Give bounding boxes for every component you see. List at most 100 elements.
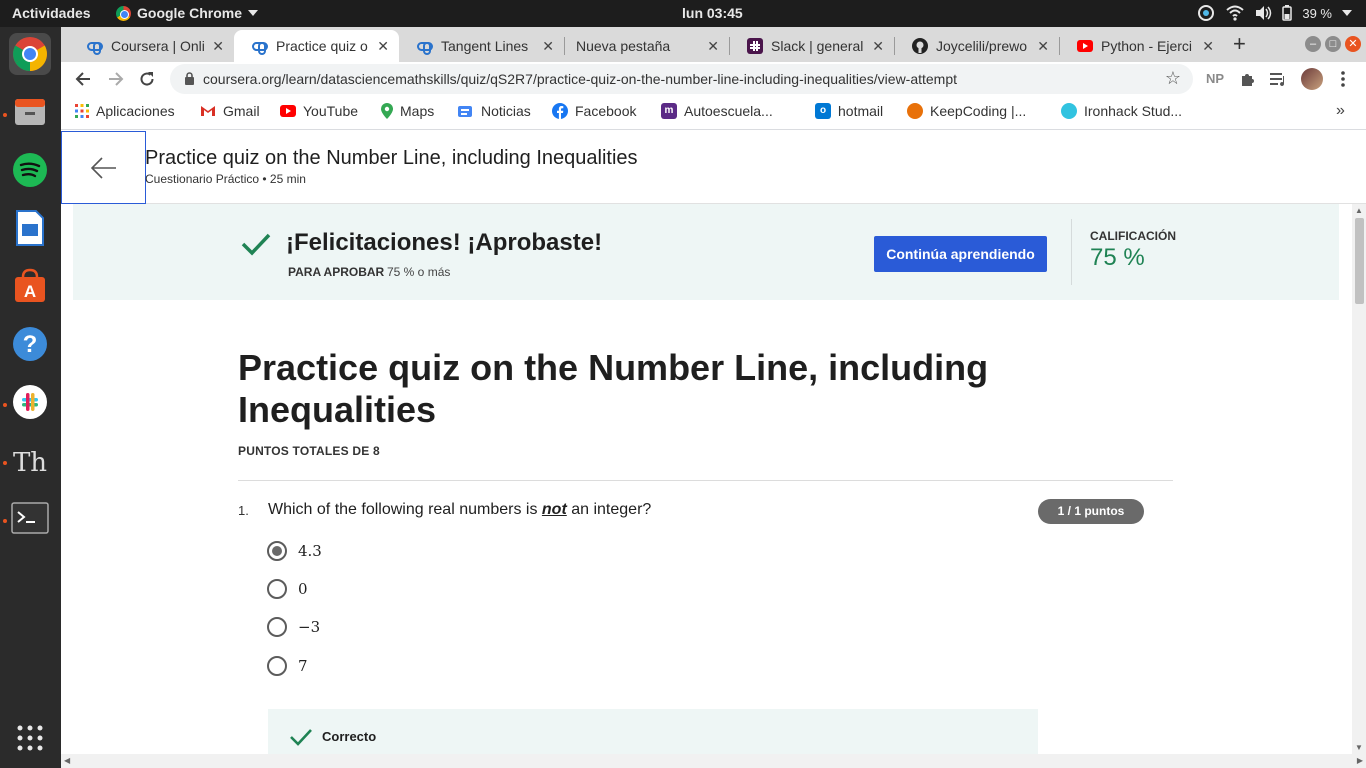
tab-title: Coursera | Onli — [111, 38, 205, 54]
close-icon[interactable]: ✕ — [707, 38, 719, 55]
app-menu[interactable]: Google Chrome — [116, 5, 259, 21]
vertical-scrollbar[interactable]: ▲ ▼ — [1352, 204, 1366, 754]
menu-kebab-icon[interactable] — [1340, 71, 1346, 87]
scrollbar-thumb[interactable] — [1355, 218, 1364, 304]
back-arrow-icon[interactable] — [71, 67, 95, 91]
coursera-icon — [87, 41, 103, 55]
scroll-up-icon[interactable]: ▲ — [1355, 206, 1363, 215]
address-bar[interactable]: coursera.org/learn/datasciencemathskills… — [170, 64, 1193, 94]
profile-avatar[interactable] — [1301, 68, 1323, 90]
dock-help[interactable]: ? — [9, 323, 51, 365]
activities-button[interactable]: Actividades — [12, 5, 91, 21]
scroll-right-icon[interactable]: ▶ — [1357, 756, 1363, 765]
spotify-icon — [13, 153, 47, 187]
terminal-icon — [11, 502, 49, 534]
bookmark-maps[interactable]: Maps — [381, 103, 434, 119]
tab-title: Python - Ejerci — [1101, 38, 1193, 54]
bookmark-facebook[interactable]: Facebook — [552, 103, 636, 119]
dock-show-apps[interactable] — [9, 717, 51, 759]
clock[interactable]: lun 03:45 — [682, 5, 743, 21]
score-badge: 1 / 1 puntos — [1038, 499, 1144, 524]
tab-coursera[interactable]: Coursera | Onli ✕ — [69, 30, 234, 62]
radio-button[interactable] — [267, 656, 287, 676]
continue-learning-button[interactable]: Continúa aprendiendo — [874, 236, 1047, 272]
chrome-icon — [116, 5, 131, 21]
autoescuela-icon: m — [661, 103, 677, 119]
bookmark-gmail[interactable]: Gmail — [200, 103, 260, 119]
close-icon[interactable]: ✕ — [542, 38, 554, 55]
bookmarks-overflow-icon[interactable]: » — [1336, 102, 1345, 120]
dock-files[interactable] — [9, 91, 51, 133]
browser-toolbar: coursera.org/learn/datasciencemathskills… — [61, 62, 1366, 96]
bookmark-youtube[interactable]: YouTube — [280, 103, 358, 119]
media-queue-icon[interactable] — [1270, 72, 1288, 87]
bookmark-ironhack[interactable]: Ironhack Stud... — [1061, 103, 1182, 119]
dock-terminal[interactable] — [9, 497, 51, 539]
bookmark-noticias[interactable]: Noticias — [458, 103, 531, 119]
horizontal-scrollbar[interactable]: ◀ ▶ — [61, 754, 1366, 768]
bookmark-keepcoding[interactable]: KeepCoding |... — [907, 103, 1026, 119]
chevron-down-icon — [1342, 10, 1352, 16]
tab-tangent-lines[interactable]: Tangent Lines ✕ — [399, 30, 564, 62]
dock-typora[interactable]: Th — [9, 439, 51, 481]
youtube-icon — [1077, 40, 1093, 52]
apps-grid-icon — [75, 104, 89, 118]
pass-threshold-label: PARA APROBAR — [288, 265, 385, 279]
coursera-icon — [417, 41, 433, 55]
reload-icon[interactable] — [135, 67, 159, 91]
bookmark-label: KeepCoding |... — [930, 103, 1027, 119]
tab-youtube[interactable]: Python - Ejerci ✕ — [1059, 30, 1224, 62]
dock-writer[interactable] — [9, 207, 51, 249]
svg-text:?: ? — [23, 331, 38, 358]
document-icon — [16, 210, 44, 246]
extensions-puzzle-icon[interactable] — [1239, 71, 1256, 88]
radio-button[interactable] — [267, 617, 287, 637]
system-tray[interactable]: 39 % — [1196, 4, 1352, 22]
tab-title: Nueva pestaña — [576, 38, 671, 54]
bookmark-label: hotmail — [838, 103, 884, 119]
option-label: 0 — [298, 580, 308, 598]
files-icon — [15, 99, 45, 125]
forward-arrow-icon[interactable] — [104, 67, 128, 91]
answer-option[interactable]: 4.3 — [267, 541, 322, 561]
answer-option[interactable]: 7 — [267, 656, 308, 676]
divider — [238, 480, 1173, 481]
dock-chrome[interactable] — [9, 33, 51, 75]
bookmark-label: Aplicaciones — [96, 103, 175, 119]
close-icon[interactable]: ✕ — [1202, 38, 1214, 55]
bookmark-star-icon[interactable]: ☆ — [1165, 68, 1181, 89]
scroll-down-icon[interactable]: ▼ — [1355, 743, 1363, 752]
radio-button-selected[interactable] — [267, 541, 287, 561]
tab-practice-quiz[interactable]: Practice quiz o ✕ — [234, 30, 399, 62]
radio-button[interactable] — [267, 579, 287, 599]
tab-new-tab[interactable]: Nueva pestaña ✕ — [564, 30, 729, 62]
close-window-icon[interactable]: ✕ — [1345, 36, 1361, 52]
bookmark-hotmail[interactable]: o hotmail — [815, 103, 883, 119]
close-icon[interactable]: ✕ — [1037, 38, 1049, 55]
tab-slack[interactable]: Slack | general ✕ — [729, 30, 894, 62]
dock-slack[interactable] — [9, 381, 51, 423]
close-icon[interactable]: ✕ — [212, 38, 224, 55]
extension-np[interactable]: NP — [1206, 71, 1224, 86]
dock-software[interactable]: A — [9, 265, 51, 307]
tab-title: Practice quiz o — [276, 38, 368, 54]
wifi-icon — [1226, 5, 1245, 21]
new-tab-button[interactable]: + — [1233, 31, 1246, 57]
outlook-icon: o — [815, 103, 831, 119]
running-indicator — [3, 461, 7, 465]
answer-option[interactable]: −3 — [267, 617, 320, 637]
tab-github[interactable]: Joycelili/prewo ✕ — [894, 30, 1059, 62]
bookmark-apps[interactable]: Aplicaciones — [75, 103, 175, 119]
back-button[interactable] — [61, 131, 146, 204]
dock-spotify[interactable] — [9, 149, 51, 191]
scroll-left-icon[interactable]: ◀ — [64, 756, 70, 765]
minimize-window-icon[interactable]: – — [1305, 36, 1321, 52]
close-icon[interactable]: ✕ — [377, 38, 389, 55]
maximize-window-icon[interactable]: □ — [1325, 36, 1341, 52]
close-icon[interactable]: ✕ — [872, 38, 884, 55]
bookmark-autoescuela[interactable]: m Autoescuela... — [661, 103, 773, 119]
answer-option[interactable]: 0 — [267, 579, 308, 599]
congrats-message: ¡Felicitaciones! ¡Aprobaste! — [286, 229, 603, 256]
ironhack-icon — [1061, 103, 1077, 119]
question-text-part: Which of the following real numbers is — [268, 501, 542, 518]
